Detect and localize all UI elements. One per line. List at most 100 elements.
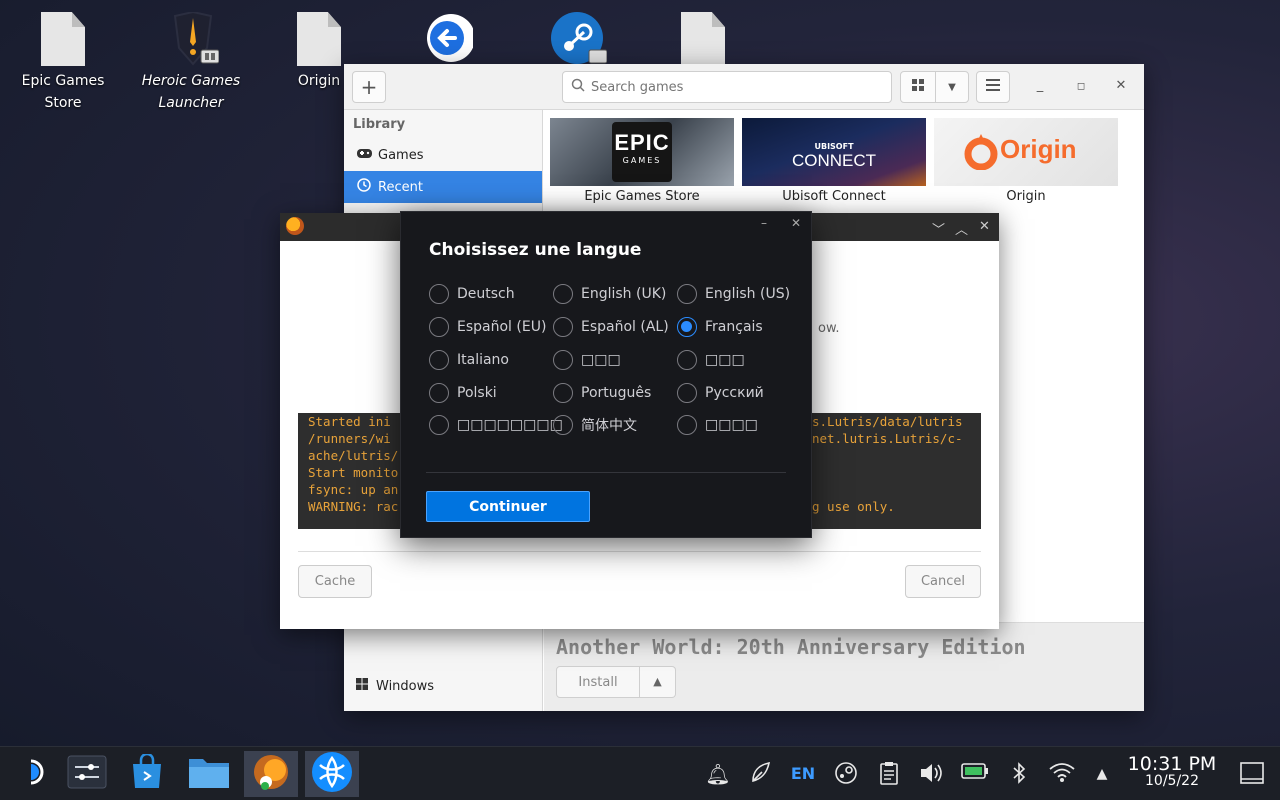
language-option[interactable]: Русский bbox=[677, 383, 764, 403]
desktop-icon-label: Epic Games Store bbox=[21, 73, 105, 111]
taskbar-lutris-app[interactable] bbox=[244, 751, 298, 797]
cache-button[interactable]: Cache bbox=[298, 565, 372, 598]
bluetooth-icon[interactable] bbox=[1005, 761, 1033, 787]
taskbar-discover-app[interactable] bbox=[120, 751, 174, 797]
language-option-label: Español (AL) bbox=[581, 319, 669, 335]
radio-button[interactable] bbox=[677, 383, 697, 403]
game-banner: EPIC GAMES bbox=[550, 118, 734, 186]
minimize-button[interactable]: _ bbox=[1032, 78, 1048, 94]
radio-button[interactable] bbox=[553, 415, 573, 435]
language-option[interactable]: □□□□□□□□ bbox=[429, 415, 563, 435]
lutris-logo-icon bbox=[286, 217, 304, 235]
radio-button[interactable] bbox=[429, 383, 449, 403]
add-game-button[interactable]: + bbox=[352, 71, 386, 103]
clipboard-icon[interactable] bbox=[875, 761, 903, 787]
sidebar-item-windows[interactable]: Windows bbox=[356, 678, 434, 694]
language-option[interactable]: English (UK) bbox=[553, 284, 666, 304]
dialog-minimize-button[interactable]: ﹀ bbox=[932, 219, 945, 238]
steam-tray-icon[interactable] bbox=[832, 761, 860, 787]
language-option-label: □□□ bbox=[581, 352, 621, 368]
language-option[interactable]: Español (AL) bbox=[553, 317, 669, 337]
keyboard-layout-indicator[interactable]: EN bbox=[789, 761, 817, 787]
install-status-text: ow. bbox=[818, 321, 840, 336]
taskbar-battlenet-app[interactable] bbox=[305, 751, 359, 797]
chevron-up-icon: ▲ bbox=[1096, 766, 1108, 782]
radio-button[interactable] bbox=[677, 284, 697, 304]
show-hidden-icons-button[interactable]: ▲ bbox=[1088, 761, 1116, 787]
language-option[interactable]: Polski bbox=[429, 383, 497, 403]
notifications-icon[interactable]: 🔔︎ bbox=[704, 761, 732, 787]
desktop-icon-epic-games-store[interactable]: Epic Games Store bbox=[8, 12, 118, 114]
view-options-dropdown[interactable]: ▼ bbox=[935, 71, 969, 103]
leaf-icon[interactable] bbox=[746, 761, 774, 787]
minimize-icon: – bbox=[761, 216, 767, 230]
language-option[interactable]: Italiano bbox=[429, 350, 509, 370]
desktop-icon-heroic-games-launcher[interactable]: Heroic Games Launcher bbox=[136, 10, 246, 114]
language-option[interactable]: Português bbox=[553, 383, 651, 403]
sidebar-item-recent[interactable]: Recent bbox=[344, 171, 542, 203]
radio-button[interactable] bbox=[429, 415, 449, 435]
game-banner: UBISOFT CONNECT bbox=[742, 118, 926, 186]
desktop-icon-back[interactable] bbox=[394, 12, 504, 70]
cancel-button[interactable]: Cancel bbox=[905, 565, 981, 598]
radio-button[interactable] bbox=[553, 383, 573, 403]
lang-minimize-button[interactable]: – bbox=[761, 216, 767, 230]
folder-icon bbox=[188, 755, 230, 793]
taskbar-settings-app[interactable] bbox=[60, 751, 114, 797]
back-arrow-icon bbox=[425, 12, 475, 64]
lang-close-button[interactable]: ✕ bbox=[791, 216, 801, 230]
install-button[interactable]: Install bbox=[556, 666, 640, 698]
language-option[interactable]: □□□ bbox=[553, 350, 621, 370]
lutris-header-bar: + ▼ _ ◻ ✕ bbox=[344, 64, 1144, 110]
language-option[interactable]: Español (EU) bbox=[429, 317, 546, 337]
close-icon: ✕ bbox=[979, 219, 990, 234]
language-option[interactable]: Deutsch bbox=[429, 284, 515, 304]
radio-button[interactable] bbox=[677, 415, 697, 435]
radio-button[interactable] bbox=[553, 317, 573, 337]
continue-button[interactable]: Continuer bbox=[426, 491, 590, 522]
dialog-maximize-button[interactable]: ︿ bbox=[955, 219, 968, 238]
chevron-up-icon: ▲ bbox=[653, 675, 662, 688]
maximize-button[interactable]: ◻ bbox=[1073, 78, 1089, 94]
radio-button[interactable] bbox=[429, 350, 449, 370]
radio-button[interactable] bbox=[429, 284, 449, 304]
language-option[interactable]: □□□□ bbox=[677, 415, 758, 435]
main-menu-button[interactable] bbox=[976, 71, 1010, 103]
gamepad-icon bbox=[356, 148, 372, 163]
dialog-close-button[interactable]: ✕ bbox=[979, 219, 990, 234]
game-details-panel: Another World: 20th Anniversary Edition … bbox=[544, 622, 1144, 711]
language-option-label: Polski bbox=[457, 385, 497, 401]
game-tile-epic[interactable]: EPIC GAMES Epic Games Store bbox=[550, 118, 734, 204]
search-input[interactable] bbox=[591, 79, 871, 95]
taskbar-file-manager[interactable] bbox=[182, 751, 236, 797]
game-tile-ubisoft[interactable]: UBISOFT CONNECT Ubisoft Connect bbox=[742, 118, 926, 204]
search-box[interactable] bbox=[562, 71, 892, 103]
radio-button[interactable] bbox=[553, 284, 573, 304]
language-option[interactable]: 简体中文 bbox=[553, 415, 637, 435]
radio-button[interactable] bbox=[677, 317, 697, 337]
chevron-down-icon: ▼ bbox=[948, 81, 956, 93]
clock-date: 10/5/22 bbox=[1145, 773, 1199, 789]
battery-icon[interactable] bbox=[961, 761, 989, 787]
close-button[interactable]: ✕ bbox=[1113, 78, 1129, 94]
grid-icon bbox=[911, 78, 925, 96]
game-tile-origin[interactable]: Origin Origin bbox=[934, 118, 1118, 204]
language-option[interactable]: □□□ bbox=[677, 350, 745, 370]
log-line: g use only. bbox=[812, 499, 895, 514]
language-option[interactable]: English (US) bbox=[677, 284, 790, 304]
sidebar-item-games[interactable]: Games bbox=[344, 139, 542, 171]
maximize-icon: ◻ bbox=[1076, 81, 1086, 92]
desktop-icon-file[interactable] bbox=[648, 12, 758, 70]
radio-button[interactable] bbox=[429, 317, 449, 337]
install-options-button[interactable]: ▲ bbox=[640, 666, 676, 698]
clock[interactable]: 10:31 PM 10/5/22 bbox=[1120, 753, 1224, 789]
wifi-icon[interactable] bbox=[1048, 761, 1076, 787]
radio-button[interactable] bbox=[553, 350, 573, 370]
grid-view-button[interactable] bbox=[900, 71, 936, 103]
language-option[interactable]: Français bbox=[677, 317, 763, 337]
steam-deck-menu-button[interactable] bbox=[4, 751, 58, 797]
show-desktop-button[interactable] bbox=[1238, 761, 1266, 787]
volume-icon[interactable] bbox=[917, 761, 945, 787]
desktop-icon-steam[interactable] bbox=[520, 12, 630, 70]
radio-button[interactable] bbox=[677, 350, 697, 370]
